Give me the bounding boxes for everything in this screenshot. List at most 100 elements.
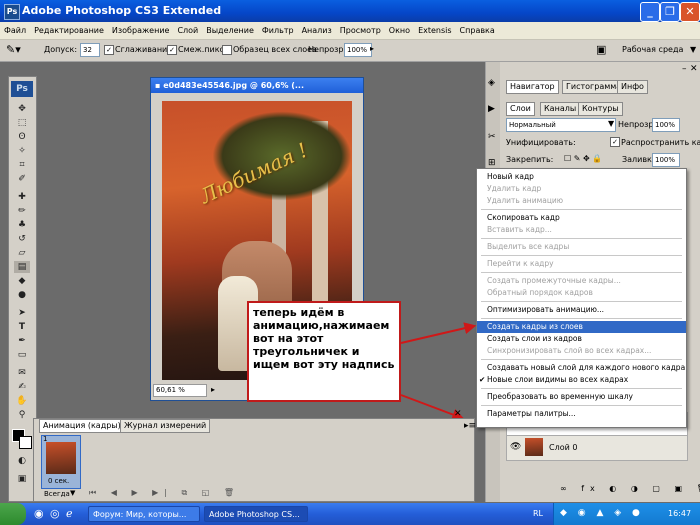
- menu-help[interactable]: Справка: [456, 22, 499, 39]
- loop-select[interactable]: Всегда: [44, 490, 70, 498]
- history-brush-icon[interactable]: ↺: [14, 233, 30, 245]
- hand-tool-icon[interactable]: ✋: [14, 395, 30, 407]
- menu-item[interactable]: Параметры палитры...: [477, 408, 686, 420]
- menu-select[interactable]: Выделение: [202, 22, 258, 39]
- antialias-checkbox[interactable]: ✓: [104, 45, 114, 55]
- opacity-input[interactable]: 100%: [344, 43, 372, 57]
- menu-item[interactable]: Создавать новый слой для каждого нового …: [477, 362, 686, 374]
- layer-visibility-eye-icon[interactable]: 👁: [510, 442, 521, 452]
- minimize-button[interactable]: _: [640, 2, 660, 22]
- panel-close-icon[interactable]: ✕: [690, 64, 698, 74]
- menu-filter[interactable]: Фильтр: [258, 22, 298, 39]
- task-photoshop[interactable]: Adobe Photoshop CS...: [204, 506, 308, 522]
- menu-window[interactable]: Окно: [385, 22, 414, 39]
- layers-bottom-icons[interactable]: ∞ fx ◐ ◑ ▢ ▣ 🗑: [560, 484, 700, 493]
- blend-mode-select[interactable]: Нормальный: [506, 118, 616, 132]
- opacity-slider-arrow-icon[interactable]: ▸: [370, 44, 374, 53]
- magic-wand-tool-icon[interactable]: ✎▾: [6, 43, 21, 56]
- clone-stamp-icon[interactable]: ♣: [14, 219, 30, 231]
- dock-navigator-icon[interactable]: ◈: [488, 78, 495, 88]
- lock-icons[interactable]: ☐ ✎ ✥ 🔒: [564, 154, 602, 163]
- menu-item[interactable]: Новый кадр: [477, 171, 686, 183]
- zoom-tool-icon[interactable]: ⚲: [14, 409, 30, 421]
- tab-paths[interactable]: Контуры: [578, 102, 623, 116]
- propagate-checkbox[interactable]: ✓: [610, 137, 620, 147]
- dock-info-icon[interactable]: ⊞: [488, 158, 496, 168]
- menu-extensis[interactable]: Extensis: [414, 22, 455, 39]
- tolerance-input[interactable]: 32: [80, 43, 100, 57]
- tab-histogram[interactable]: Гистограмма: [562, 80, 626, 94]
- quick-mask-icon[interactable]: ◐: [14, 455, 30, 467]
- dock-play-icon[interactable]: ▶: [488, 104, 495, 114]
- menu-item-label: Выделить все кадры: [487, 242, 570, 251]
- lasso-tool-icon[interactable]: ʘ: [14, 131, 30, 143]
- move-tool-icon[interactable]: ✥: [14, 103, 30, 115]
- shape-tool-icon[interactable]: ▭: [14, 349, 30, 361]
- menu-item[interactable]: Создать слои из кадров: [477, 333, 686, 345]
- quicklaunch-browser-icon[interactable]: ◎: [50, 507, 60, 520]
- loop-dropdown-icon[interactable]: ▼: [70, 489, 75, 497]
- eyedropper-tool-icon[interactable]: ✍: [14, 381, 30, 393]
- type-tool-icon[interactable]: T: [14, 321, 30, 333]
- checkmark-icon: ✔: [479, 375, 486, 384]
- workspace-label[interactable]: Рабочая среда: [622, 45, 683, 54]
- blur-tool-icon[interactable]: ◆: [14, 275, 30, 287]
- menu-edit[interactable]: Редактирование: [30, 22, 108, 39]
- document-zoom-field[interactable]: 60,61 %: [153, 384, 207, 397]
- quicklaunch-opera-icon[interactable]: ◉: [34, 507, 44, 520]
- dodge-tool-icon[interactable]: ●: [14, 289, 30, 301]
- panel-menu-button-icon[interactable]: ▸≡: [464, 421, 476, 431]
- tab-channels[interactable]: Каналы: [540, 102, 581, 116]
- task-forum[interactable]: Форум: Мир, которы...: [88, 506, 200, 522]
- pen-tool-icon[interactable]: ✒: [14, 335, 30, 347]
- restore-button[interactable]: ❐: [660, 2, 680, 22]
- status-arrow-icon[interactable]: ▸: [211, 385, 215, 394]
- start-button[interactable]: [0, 503, 26, 525]
- contiguous-checkbox[interactable]: ✓: [167, 45, 177, 55]
- playback-controls[interactable]: ⏮ ◀ ▶ ▶| ⧉ ◱ 🗑: [89, 488, 240, 498]
- brush-tool-icon[interactable]: ✏: [14, 205, 30, 217]
- fill-input[interactable]: 100%: [652, 153, 680, 167]
- tab-animation-frames[interactable]: Анимация (кадры): [39, 419, 125, 433]
- slice-tool-icon[interactable]: ✐: [14, 173, 30, 185]
- menu-item[interactable]: Преобразовать во временную шкалу: [477, 391, 686, 403]
- tab-info[interactable]: Инфо: [617, 80, 648, 94]
- menu-view[interactable]: Просмотр: [336, 22, 385, 39]
- background-color-swatch[interactable]: [19, 436, 32, 449]
- close-button[interactable]: ✕: [680, 2, 700, 22]
- screen-mode-icon[interactable]: ▣: [14, 473, 30, 485]
- frame-delay[interactable]: 0 сек.: [48, 477, 69, 485]
- tab-layers[interactable]: Слои: [506, 102, 535, 116]
- sample-all-layers-checkbox[interactable]: [222, 45, 232, 55]
- menu-analysis[interactable]: Анализ: [298, 22, 336, 39]
- workspace-dropdown-icon[interactable]: ▼: [690, 45, 696, 54]
- menu-file[interactable]: Файл: [0, 22, 30, 39]
- dock-tools-icon[interactable]: ✂: [488, 132, 496, 142]
- eraser-tool-icon[interactable]: ▱: [14, 247, 30, 259]
- tab-measurement-log[interactable]: Журнал измерений: [120, 419, 211, 433]
- menu-item[interactable]: ✔ Новые слои видимы во всех кадрах: [477, 374, 686, 386]
- workspace-icon[interactable]: ▣: [596, 43, 606, 56]
- menu-item[interactable]: Скопировать кадр: [477, 212, 686, 224]
- marquee-tool-icon[interactable]: ⬚: [14, 117, 30, 129]
- tab-navigator[interactable]: Навигатор: [506, 80, 559, 94]
- menu-image[interactable]: Изображение: [108, 22, 174, 39]
- panel-minimize-icon[interactable]: –: [682, 64, 687, 74]
- menu-item[interactable]: Оптимизировать анимацию...: [477, 304, 686, 316]
- path-selection-icon[interactable]: ➤: [14, 307, 30, 319]
- quicklaunch-ie-icon[interactable]: ℯ: [66, 507, 73, 520]
- language-indicator[interactable]: RL: [533, 509, 543, 518]
- notes-tool-icon[interactable]: ✉: [14, 367, 30, 379]
- magic-wand-icon[interactable]: ✧: [14, 145, 30, 157]
- menu-layer[interactable]: Слой: [173, 22, 202, 39]
- blend-mode-dropdown-icon[interactable]: ▼: [608, 119, 614, 128]
- tray-icons[interactable]: ◆ ◉ ▲ ◈ ●: [560, 508, 644, 518]
- gradient-tool-icon[interactable]: ▤: [14, 261, 30, 273]
- crop-tool-icon[interactable]: ⌗: [14, 159, 30, 171]
- menu-item[interactable]: Создать кадры из слоев: [477, 321, 686, 333]
- animation-frame[interactable]: 1 0 сек.: [41, 435, 81, 489]
- animation-panel-close-icon[interactable]: ✕: [454, 409, 462, 419]
- layer-row[interactable]: 👁 Слой 0: [506, 435, 688, 461]
- layer-opacity-input[interactable]: 100%: [652, 118, 680, 132]
- healing-brush-icon[interactable]: ✚: [14, 191, 30, 203]
